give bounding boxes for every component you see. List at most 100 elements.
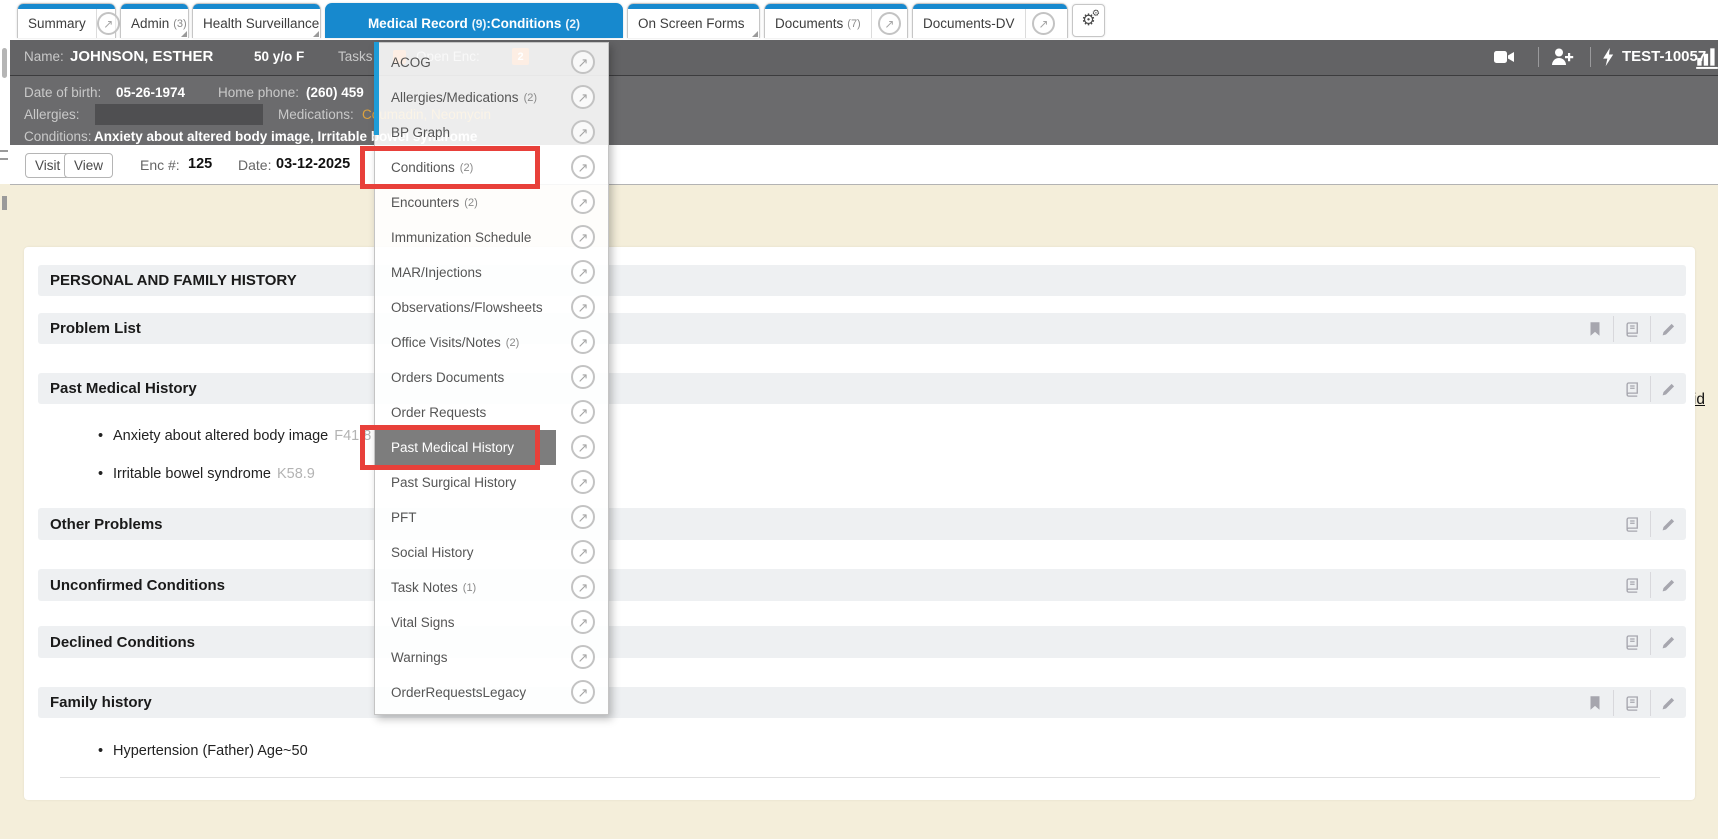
menu-item-orders-documents[interactable]: Orders Documents [375, 360, 608, 395]
menu-item-vital-signs[interactable]: Vital Signs [375, 605, 608, 640]
tab-documents-open-segment[interactable] [871, 9, 907, 38]
video-camera-icon[interactable] [1492, 45, 1516, 69]
dropdown-corner-icon [181, 31, 187, 37]
tab-health-surveillance[interactable]: Health Surveillance [192, 3, 321, 38]
header-divider [1590, 47, 1591, 67]
menu-item-past-surgical-history[interactable]: Past Surgical History [375, 465, 608, 500]
settings-button[interactable]: ⚙ ⚙ [1072, 4, 1105, 37]
medical-record-dropdown-menu: ACOG Allergies/Medications(2) BP Graph C… [374, 42, 609, 715]
tab-admin[interactable]: Admin (3) [120, 3, 189, 38]
section-title: Family history [50, 694, 152, 711]
open-in-new-icon[interactable] [571, 225, 595, 249]
open-in-new-icon[interactable] [571, 540, 595, 564]
open-in-new-icon[interactable] [571, 260, 595, 284]
open-in-new-icon[interactable] [571, 680, 595, 704]
tab-medical-record[interactable]: Medical Record (9) :Conditions (2) [325, 3, 623, 38]
section-other-problems: Other Problems [38, 508, 1686, 540]
history-card: PERSONAL AND FAMILY HISTORY Problem List… [24, 247, 1695, 800]
section-title: Problem List [50, 320, 141, 337]
icon-divider [1650, 690, 1651, 716]
open-in-new-icon[interactable] [571, 365, 595, 389]
date-label: Date: [238, 157, 271, 173]
menu-item-bp-graph[interactable]: BP Graph [375, 115, 608, 150]
open-in-new-icon[interactable] [571, 645, 595, 669]
open-in-new-icon[interactable] [571, 610, 595, 634]
tab-documents[interactable]: Documents (7) [764, 3, 908, 38]
section-title: Unconfirmed Conditions [50, 577, 225, 594]
open-in-new-icon[interactable] [571, 85, 595, 109]
open-in-new-icon[interactable] [571, 295, 595, 319]
left-rail-tick [2, 196, 7, 210]
edit-pencil-icon[interactable] [1660, 320, 1678, 338]
open-in-new-icon[interactable] [571, 470, 595, 494]
menu-item-observations-flowsheets[interactable]: Observations/Flowsheets [375, 290, 608, 325]
tab-bar: Summary Admin (3) Health Surveillance Me… [0, 0, 1718, 40]
menu-item-task-notes[interactable]: Task Notes(1) [375, 570, 608, 605]
bookmark-icon[interactable] [1586, 694, 1604, 712]
dropdown-corner-icon [752, 31, 758, 37]
tab-documents-dv-open-segment[interactable] [1025, 9, 1062, 38]
menu-item-immunization-schedule[interactable]: Immunization Schedule [375, 220, 608, 255]
book-icon[interactable] [1623, 694, 1641, 712]
condition-list-item: Irritable bowel syndromeK58.9 [113, 466, 315, 482]
section-title: Other Problems [50, 516, 163, 533]
tab-documents-dv[interactable]: Documents-DV [912, 3, 1068, 38]
tab-summary-open-segment[interactable] [96, 9, 120, 38]
open-in-new-icon[interactable] [571, 575, 595, 599]
lightning-icon[interactable] [1599, 45, 1619, 69]
open-in-new-icon[interactable] [571, 400, 595, 424]
tab-health-surveillance-label: Health Surveillance [193, 4, 329, 38]
left-scrollbar-thumb[interactable] [2, 48, 7, 78]
bar-chart-icon[interactable] [1694, 44, 1718, 70]
icon-divider [1650, 376, 1651, 402]
open-in-new-icon[interactable] [878, 12, 901, 35]
tab-on-screen-forms-label: On Screen Forms [628, 4, 755, 38]
menu-item-encounters[interactable]: Encounters(2) [375, 185, 608, 220]
open-in-new-icon[interactable] [571, 330, 595, 354]
section-problem-list: Problem List [38, 313, 1686, 344]
open-in-new-icon[interactable] [571, 190, 595, 214]
open-in-new-icon[interactable] [1032, 12, 1055, 35]
patient-name: JOHNSON, ESTHER [70, 48, 213, 65]
edit-pencil-icon[interactable] [1660, 380, 1678, 398]
menu-item-orderrequestslegacy[interactable]: OrderRequestsLegacy [375, 675, 608, 710]
open-in-new-icon[interactable] [571, 50, 595, 74]
open-in-new-icon[interactable] [97, 12, 120, 35]
edit-pencil-icon[interactable] [1660, 515, 1678, 533]
menu-item-social-history[interactable]: Social History [375, 535, 608, 570]
menu-item-office-visits-notes[interactable]: Office Visits/Notes(2) [375, 325, 608, 360]
open-in-new-icon[interactable] [571, 120, 595, 144]
gear-small-icon: ⚙ [1092, 8, 1100, 19]
menu-item-warnings[interactable]: Warnings [375, 640, 608, 675]
open-in-new-icon[interactable] [571, 505, 595, 529]
add-person-icon[interactable] [1550, 45, 1574, 69]
open-in-new-icon[interactable] [571, 435, 595, 459]
view-button[interactable]: View [64, 153, 113, 178]
section-past-medical-history: Past Medical History [38, 373, 1686, 404]
app-window: Summary Admin (3) Health Surveillance Me… [0, 0, 1718, 839]
menu-item-allergies-medications[interactable]: Allergies/Medications(2) [375, 80, 608, 115]
book-icon[interactable] [1623, 576, 1641, 594]
tab-summary[interactable]: Summary [17, 3, 116, 38]
tasks-label: Tasks [338, 49, 373, 64]
enc-number-value: 125 [188, 156, 212, 172]
allergies-label: Allergies: [24, 107, 80, 122]
menu-item-mar-injections[interactable]: MAR/Injections [375, 255, 608, 290]
section-title: Past Medical History [50, 380, 197, 397]
tab-on-screen-forms[interactable]: On Screen Forms [627, 3, 760, 38]
book-icon[interactable] [1623, 320, 1641, 338]
book-icon[interactable] [1623, 515, 1641, 533]
patient-age-sex: 50 y/o F [254, 49, 304, 64]
edit-pencil-icon[interactable] [1660, 576, 1678, 594]
enc-number-label: Enc #: [140, 157, 180, 173]
menu-item-pft[interactable]: PFT [375, 500, 608, 535]
medications-label: Medications: [278, 107, 354, 122]
edit-pencil-icon[interactable] [1660, 633, 1678, 651]
edit-pencil-icon[interactable] [1660, 694, 1678, 712]
open-in-new-icon[interactable] [571, 155, 595, 179]
book-icon[interactable] [1623, 380, 1641, 398]
bookmark-icon[interactable] [1586, 320, 1604, 338]
menu-item-acog[interactable]: ACOG [375, 45, 608, 80]
book-icon[interactable] [1623, 633, 1641, 651]
menu-scroll-indicator[interactable] [374, 42, 379, 135]
